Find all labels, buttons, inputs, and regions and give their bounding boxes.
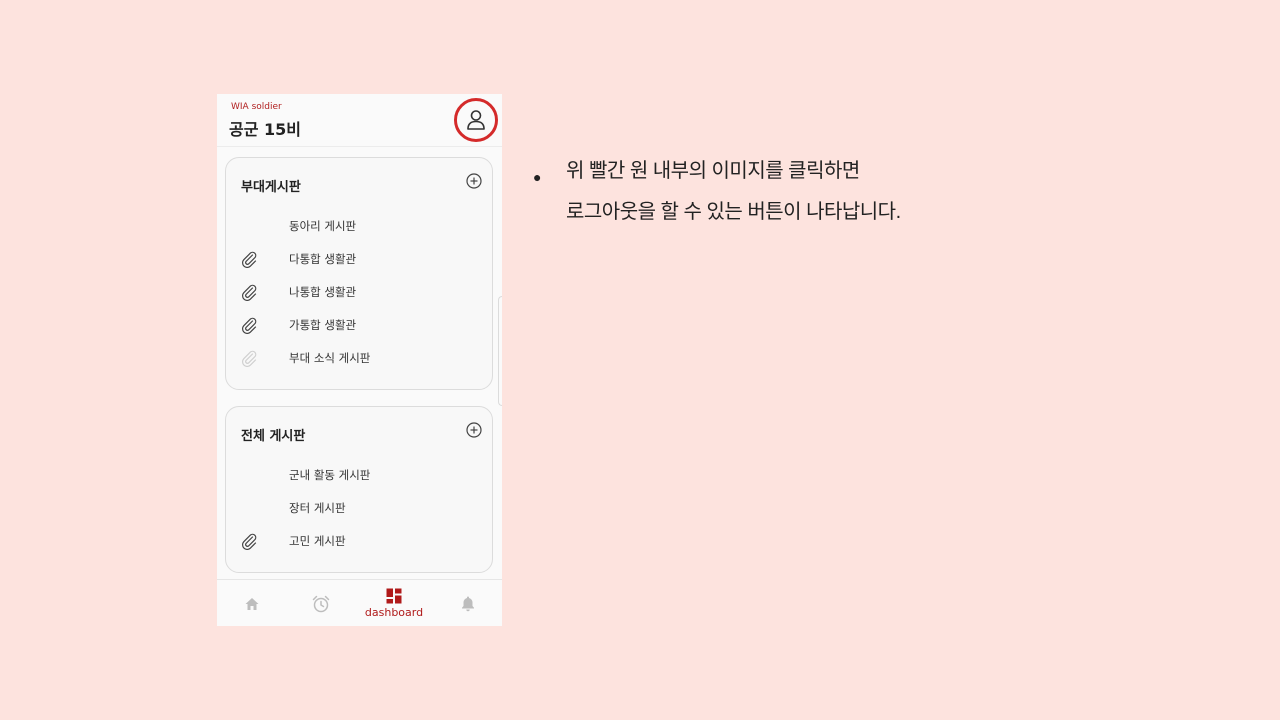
board-list-item[interactable]: 나통합 생활관: [226, 279, 494, 307]
bell-icon: [462, 596, 474, 612]
alarm-clock-icon: [312, 595, 330, 612]
plus-circle-icon[interactable]: [466, 422, 482, 438]
board-item-label: 고민 게시판: [289, 534, 346, 548]
app-screen: WIA soldier 공군 15비 부대게시판 동아리 게시판 다통합 생활관: [217, 94, 502, 626]
nav-dashboard[interactable]: dashboard: [359, 580, 429, 626]
board-list-item[interactable]: 군내 활동 게시판: [226, 462, 494, 490]
unit-board-card: 부대게시판 동아리 게시판 다통합 생활관 나통합 생활관 가통합 생활관 부대…: [225, 157, 493, 390]
nav-home[interactable]: [236, 580, 268, 626]
nav-alarm[interactable]: [305, 580, 337, 626]
card-title: 부대게시판: [241, 180, 301, 195]
all-board-card: 전체 게시판 군내 활동 게시판 장터 게시판 고민 게시판: [225, 406, 493, 573]
board-list-item[interactable]: 동아리 게시판: [226, 213, 494, 241]
board-item-label: 군내 활동 게시판: [289, 468, 371, 482]
board-list-item[interactable]: 고민 게시판: [226, 528, 494, 556]
board-item-label: 다통합 생활관: [289, 252, 357, 266]
unit-title: 공군 15비: [229, 120, 301, 139]
board-item-label: 나통합 생활관: [289, 285, 357, 299]
paperclip-icon: [241, 251, 257, 268]
note-line-1: 위 빨간 원 내부의 이미지를 클릭하면: [566, 160, 860, 182]
plus-circle-icon[interactable]: [466, 173, 482, 189]
home-icon: [245, 597, 259, 610]
paperclip-icon: [241, 350, 257, 367]
bullet-icon: ●: [533, 169, 542, 185]
note-line-2: 로그아웃을 할 수 있는 버튼이 나타납니다.: [566, 201, 901, 223]
card-title: 전체 게시판: [241, 429, 306, 444]
board-list-item[interactable]: 장터 게시판: [226, 495, 494, 523]
user-icon: [467, 110, 485, 130]
nav-notifications[interactable]: [452, 580, 484, 626]
paperclip-icon: [241, 317, 257, 334]
board-item-label: 부대 소식 게시판: [289, 351, 371, 365]
board-item-label: 장터 게시판: [289, 501, 346, 515]
dashboard-icon: [386, 588, 402, 604]
app-header: WIA soldier 공군 15비: [217, 94, 502, 147]
bottom-nav: dashboard: [217, 579, 502, 626]
scrollbar[interactable]: [498, 296, 502, 406]
paperclip-icon: [241, 533, 257, 550]
profile-button[interactable]: [454, 98, 498, 142]
brand-subtitle: WIA soldier: [231, 102, 282, 112]
nav-dashboard-label: dashboard: [364, 606, 424, 619]
board-list-item[interactable]: 부대 소식 게시판: [226, 345, 494, 373]
board-item-label: 동아리 게시판: [289, 219, 357, 233]
paperclip-icon: [241, 284, 257, 301]
board-item-label: 가통합 생활관: [289, 318, 357, 332]
board-list-item[interactable]: 가통합 생활관: [226, 312, 494, 340]
board-list-item[interactable]: 다통합 생활관: [226, 246, 494, 274]
